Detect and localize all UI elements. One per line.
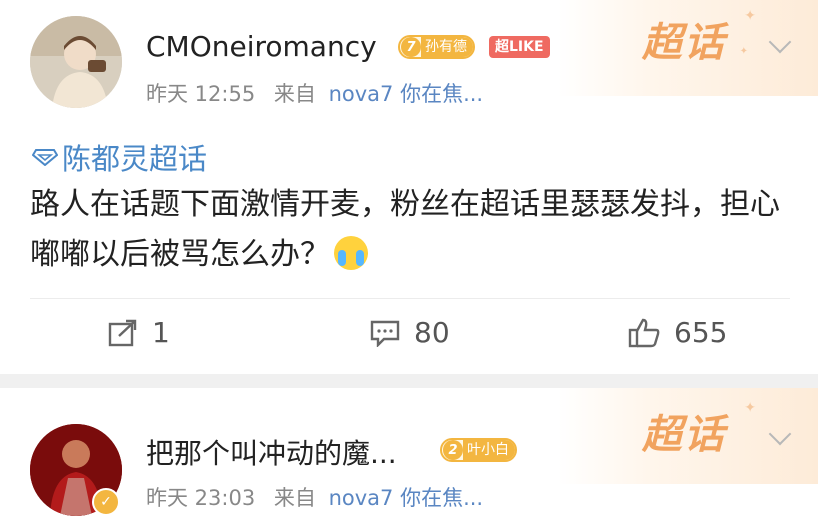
sparkle-icon: ✦ <box>744 400 756 416</box>
post-source-device[interactable]: nova7 你在焦... <box>329 486 484 510</box>
repost-button[interactable]: 1 <box>108 316 170 349</box>
sparkle-icon: ✦ <box>744 8 756 24</box>
post-time: 昨天 23:03 <box>146 486 256 510</box>
superlike-badge[interactable]: 超LIKE <box>489 36 550 58</box>
avatar[interactable] <box>30 16 122 108</box>
post-meta: 昨天 12:55 来自 nova7 你在焦... <box>146 78 483 108</box>
supertopic-diamond-icon <box>32 149 58 166</box>
weibo-post-card: 超话 ✦ ✓ 把那个叫冲动的魔... 2 叶小白 昨天 23:03 来自 nov… <box>0 388 818 516</box>
fan-level-badge[interactable]: 7 孙有德 <box>398 35 475 59</box>
post-source-device[interactable]: nova7 你在焦... <box>329 82 484 106</box>
post-time: 昨天 12:55 <box>146 82 256 106</box>
feed-separator <box>0 374 818 388</box>
supertopic-label: 超话 <box>642 20 726 66</box>
post-meta: 昨天 23:03 来自 nova7 你在焦... <box>146 482 483 512</box>
post-text: 路人在话题下面激情开麦，粉丝在超话里瑟瑟发抖，担心嘟嘟以后被骂怎么办？ <box>30 187 780 272</box>
like-button[interactable]: 655 <box>628 316 727 349</box>
username[interactable]: CMOneiromancy <box>146 30 377 63</box>
sparkle-icon: ✦ <box>739 46 748 57</box>
fan-level-name: 孙有德 <box>421 37 473 57</box>
fan-level-number: 2 <box>443 440 463 460</box>
supertopic-label: 超话 <box>642 412 726 458</box>
comment-count: 80 <box>414 316 450 349</box>
username[interactable]: 把那个叫冲动的魔... <box>146 432 397 472</box>
crying-face-emoji <box>334 236 368 270</box>
like-count: 655 <box>674 316 728 349</box>
comment-button[interactable]: 80 <box>370 316 450 349</box>
post-body: 路人在话题下面激情开麦，粉丝在超话里瑟瑟发抖，担心嘟嘟以后被骂怎么办？ <box>30 180 790 280</box>
divider <box>30 298 790 299</box>
post-from-label: 来自 <box>273 82 316 106</box>
fan-level-name: 叶小白 <box>463 440 515 460</box>
fan-level-number: 7 <box>401 37 421 57</box>
supertopic-link[interactable]: 陈都灵超话 <box>32 136 207 178</box>
weibo-post-card: 超话 ✦ ✦ CMOneiromancy 7 孙有德 超LIKE 昨天 12:5… <box>0 0 818 374</box>
post-from-label: 来自 <box>273 486 316 510</box>
comment-icon <box>370 320 400 347</box>
repost-icon <box>108 319 137 346</box>
fan-level-badge[interactable]: 2 叶小白 <box>440 438 517 462</box>
repost-count: 1 <box>152 316 170 349</box>
like-icon <box>628 318 660 347</box>
supertopic-name: 陈都灵超话 <box>62 142 208 176</box>
